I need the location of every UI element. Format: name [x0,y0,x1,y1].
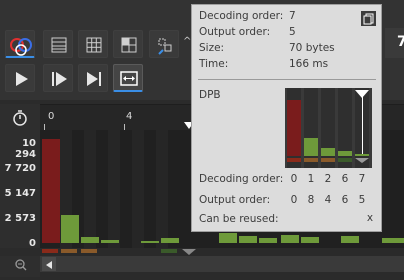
frame-info-tooltip: Decoding order: 7 Output order: 5 Size: … [191,4,382,232]
zoom-out-icon[interactable] [0,256,40,276]
frame-bar-p[interactable] [239,236,257,243]
zoom-value: 7 [397,34,404,50]
can-be-reused-value: x [366,212,374,224]
step-forward-button[interactable] [43,64,73,92]
dpb-mark [161,249,177,253]
size-value: 70 bytes [289,42,335,54]
dpb-bar [321,148,335,156]
frame-bar-p[interactable] [382,238,404,243]
grid-icon [86,37,102,53]
time-label: Time: [199,58,229,70]
dpb-visual [285,88,372,168]
chart-column [132,130,144,248]
dpb-output-value: 4 [324,194,332,206]
dpb-mark [42,249,58,253]
dpb-ref-mark [304,158,318,162]
y-tick: 5 147 [4,188,36,199]
ruler-corner [0,104,40,130]
dpb-cursor-marker [355,90,369,98]
time-value: 166 ms [289,58,329,70]
dpb-bar [355,154,369,156]
dpb-decoding-value: 7 [358,173,366,185]
dpb-bar [287,100,301,156]
chevron-left-icon [46,261,52,269]
dpb-decoding-value: 0 [290,173,298,185]
frame-bar-p[interactable] [81,237,99,243]
copy-icon [363,13,374,25]
dpb-decoding-value: 6 [341,173,349,185]
motion-vectors-button[interactable] [149,30,179,58]
can-be-reused-label: Can be reused: [199,213,279,225]
skip-end-icon [87,72,101,86]
motion-vector-icon [158,38,172,55]
grid-view-button[interactable] [78,30,108,58]
y-tick: 10 294 [15,138,36,160]
block-grid-icon [121,37,137,53]
stopwatch-icon [13,110,27,126]
dpb-decoding-value: 1 [307,173,315,185]
fit-width-icon [120,71,138,86]
chart-column [156,130,168,248]
y-tick: 2 573 [4,213,36,224]
list-icon [51,37,67,53]
ruler-label-0: 0 [48,111,55,122]
dpb-bar [338,151,352,156]
dpb-output-value: 8 [307,194,315,206]
scroll-left-button[interactable] [42,257,56,271]
frame-bar-p[interactable] [219,233,237,243]
dpb-cursor-line [362,94,363,154]
rgb-circles-icon [10,38,32,56]
horizontal-scrollbar[interactable] [40,256,404,272]
frame-bar-p[interactable] [161,238,179,243]
dpb-slot [338,88,352,168]
size-label: Size: [199,42,225,54]
play-button[interactable] [5,64,35,92]
bottom-left-panel [0,256,40,277]
dpb-decoding-order-label: Decoding order: [199,173,284,185]
dpb-label: DPB [199,89,221,101]
dpb-slot [304,88,318,168]
dpb-decoding-value: 2 [324,173,332,185]
frame-bar-p[interactable] [259,238,277,243]
output-order-label: Output order: [199,26,271,38]
dpb-mark [61,249,77,253]
color-channels-button[interactable] [5,30,35,58]
dpb-slot [321,88,335,168]
frame-bar-i[interactable] [42,139,60,243]
dpb-output-value: 5 [358,194,366,206]
chart-column [84,130,96,248]
list-view-button[interactable] [43,30,73,58]
step-forward-icon [52,72,67,86]
frame-bar-p[interactable] [101,240,119,243]
copy-button[interactable] [361,11,376,26]
play-icon [16,72,28,86]
dpb-output-value: 0 [290,194,298,206]
frame-bar-p[interactable] [281,235,299,243]
dpb-current-marker [355,158,369,163]
dpb-bar [304,138,318,156]
divider [198,79,376,80]
chart-column [108,130,120,248]
dpb-ref-mark [338,158,352,162]
dpb-output-value: 6 [341,194,349,206]
dpb-output-order-label: Output order: [199,194,271,206]
frame-bar-p[interactable] [141,241,159,243]
y-tick: 0 [29,238,36,249]
frame-bar-p[interactable] [61,215,79,243]
macroblock-grid-button[interactable] [113,30,143,58]
decoding-order-label: Decoding order: [199,10,284,22]
dpb-ref-mark [287,158,301,162]
dpb-ref-mark [321,158,335,162]
zoom-button[interactable]: 7 [385,28,404,58]
y-tick: 7 720 [4,163,36,174]
frame-bar-p[interactable] [341,236,359,243]
dpb-mark [81,249,97,253]
skip-end-button[interactable] [78,64,108,92]
fit-width-button[interactable] [113,64,143,92]
decoding-order-value: 7 [289,10,296,22]
ruler-label-4: 4 [126,111,133,122]
frame-bar-p[interactable] [301,237,319,243]
output-order-value: 5 [289,26,296,38]
dpb-current-marker [182,249,196,255]
